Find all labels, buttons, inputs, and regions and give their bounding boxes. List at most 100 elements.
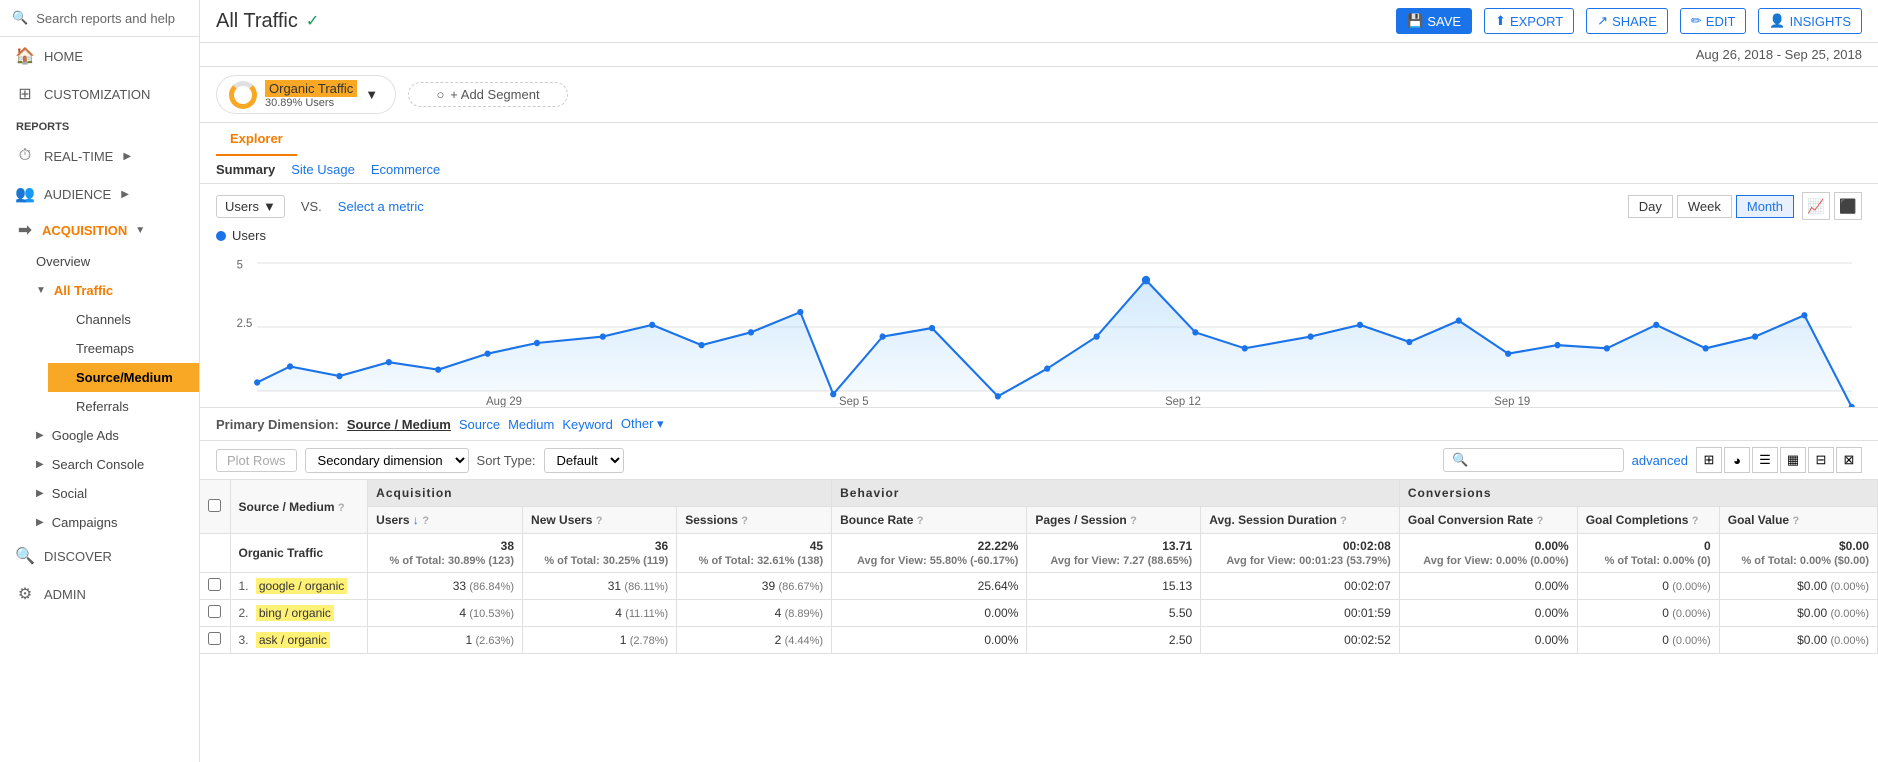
table-view-pie[interactable]: ◕ xyxy=(1724,447,1750,473)
admin-icon: ⚙ xyxy=(16,585,34,603)
legend-label: Users xyxy=(232,228,266,243)
tab-explorer[interactable]: Explorer xyxy=(216,123,297,156)
dim-keyword[interactable]: Keyword xyxy=(562,417,613,432)
table-view-grid[interactable]: ⊞ xyxy=(1696,447,1722,473)
goal-value-info-icon[interactable]: ? xyxy=(1792,515,1799,527)
time-btn-month[interactable]: Month xyxy=(1736,195,1794,218)
sidebar-item-acquisition[interactable]: ➡ ACQUISITION ▼ xyxy=(0,213,199,247)
th-goal-conv-rate[interactable]: Goal Conversion Rate ? xyxy=(1399,507,1577,534)
row3-checkbox[interactable] xyxy=(208,632,221,645)
time-btn-week[interactable]: Week xyxy=(1677,195,1732,218)
sidebar-item-campaigns[interactable]: ▶ Campaigns xyxy=(8,508,199,537)
subtab-ecommerce[interactable]: Ecommerce xyxy=(371,162,440,177)
organic-segment[interactable]: Organic Traffic 30.89% Users ▼ xyxy=(216,75,396,114)
dim-source-medium[interactable]: Source / Medium xyxy=(347,417,451,432)
sidebar-item-channels[interactable]: Channels xyxy=(48,305,199,334)
select-metric[interactable]: Select a metric xyxy=(338,199,424,214)
th-sessions[interactable]: Sessions ? xyxy=(677,507,832,534)
row1-checkbox[interactable] xyxy=(208,578,221,591)
searchconsole-chevron: ▶ xyxy=(36,459,44,470)
insights-button[interactable]: 👤 INSIGHTS xyxy=(1758,8,1862,34)
add-segment-button[interactable]: ○ + Add Segment xyxy=(408,82,568,107)
new-users-info-icon[interactable]: ? xyxy=(596,515,603,527)
table-view-bar[interactable]: ▦ xyxy=(1780,447,1806,473)
plot-rows-button[interactable]: Plot Rows xyxy=(216,449,297,472)
overview-label: Overview xyxy=(36,254,90,269)
export-button[interactable]: ⬆ EXPORT xyxy=(1484,8,1574,34)
share-icon: ↗ xyxy=(1597,13,1608,29)
th-checkbox[interactable] xyxy=(200,480,230,534)
line-chart-btn[interactable]: 📈 xyxy=(1802,192,1830,220)
subtab-summary[interactable]: Summary xyxy=(216,162,275,177)
goal-comp-info-icon[interactable]: ? xyxy=(1692,515,1699,527)
th-goal-value[interactable]: Goal Value ? xyxy=(1719,507,1877,534)
sidebar-item-treemaps[interactable]: Treemaps xyxy=(48,334,199,363)
acquisition-icon: ➡ xyxy=(16,221,34,239)
goal-conv-info-icon[interactable]: ? xyxy=(1537,515,1544,527)
sidebar-item-home[interactable]: 🏠 HOME xyxy=(0,37,199,75)
realtime-chevron: ▶ xyxy=(123,151,131,162)
subtab-siteusage[interactable]: Site Usage xyxy=(291,162,355,177)
row3-goal-comp: 0 (0.00%) xyxy=(1577,627,1719,654)
th-goal-completions[interactable]: Goal Completions ? xyxy=(1577,507,1719,534)
row3-checkbox-cell[interactable] xyxy=(200,627,230,654)
th-pages-session[interactable]: Pages / Session ? xyxy=(1027,507,1201,534)
th-source-medium[interactable]: Source / Medium ? xyxy=(230,480,368,534)
date-range[interactable]: Aug 26, 2018 - Sep 25, 2018 xyxy=(200,43,1878,67)
table-view-table[interactable]: ☰ xyxy=(1752,447,1778,473)
sidebar-item-searchconsole[interactable]: ▶ Search Console xyxy=(8,450,199,479)
row1-checkbox-cell[interactable] xyxy=(200,573,230,600)
sessions-info-icon[interactable]: ? xyxy=(741,515,748,527)
sidebar-item-referrals[interactable]: Referrals xyxy=(48,392,199,421)
sidebar-item-customization[interactable]: ⊞ CUSTOMIZATION xyxy=(0,75,199,113)
th-new-users[interactable]: New Users ? xyxy=(523,507,677,534)
sidebar-item-discover[interactable]: 🔍 DISCOVER xyxy=(0,537,199,575)
bar-chart-btn[interactable]: ⬛ xyxy=(1834,192,1862,220)
row3-goal-conv: 0.00% xyxy=(1399,627,1577,654)
sidebar-item-audience[interactable]: 👥 AUDIENCE ▶ xyxy=(0,175,199,213)
secondary-dimension-dropdown[interactable]: Secondary dimension xyxy=(305,448,469,473)
row2-checkbox-cell[interactable] xyxy=(200,600,230,627)
row3-sessions: 2 (4.44%) xyxy=(677,627,832,654)
th-users[interactable]: Users ↓ ? xyxy=(368,507,523,534)
th-bounce-rate[interactable]: Bounce Rate ? xyxy=(832,507,1027,534)
sidebar-item-alltraffic[interactable]: ▼ All Traffic xyxy=(8,276,199,305)
duration-info-icon[interactable]: ? xyxy=(1340,515,1347,527)
row3-source: 3. ask / organic xyxy=(230,627,368,654)
advanced-link[interactable]: advanced xyxy=(1632,453,1688,468)
row1-pages: 15.13 xyxy=(1027,573,1201,600)
time-btn-day[interactable]: Day xyxy=(1628,195,1673,218)
sidebar-item-googleads[interactable]: ▶ Google Ads xyxy=(8,421,199,450)
table-search-box[interactable]: 🔍 xyxy=(1443,448,1623,472)
sidebar-item-social[interactable]: ▶ Social xyxy=(8,479,199,508)
search-bar[interactable]: 🔍 Search reports and help xyxy=(0,0,199,37)
select-all-checkbox[interactable] xyxy=(208,499,221,512)
metric-dropdown[interactable]: Users ▼ xyxy=(216,195,285,218)
share-button[interactable]: ↗ SHARE xyxy=(1586,8,1668,34)
page-title-text: All Traffic xyxy=(216,10,298,33)
source-medium-info-icon[interactable]: ? xyxy=(338,502,345,514)
segment-donut xyxy=(229,81,257,109)
pages-info-icon[interactable]: ? xyxy=(1130,515,1137,527)
table-search-input[interactable] xyxy=(1475,453,1615,468)
table-view-custom[interactable]: ⊠ xyxy=(1836,447,1862,473)
users-info-icon[interactable]: ? xyxy=(422,515,429,527)
edit-button[interactable]: ✏ EDIT xyxy=(1680,8,1747,34)
sidebar-item-realtime[interactable]: ⏱ REAL-TIME ▶ xyxy=(0,137,199,175)
dim-other-dropdown[interactable]: Other ▾ xyxy=(621,416,664,432)
sidebar-item-admin[interactable]: ⚙ ADMIN xyxy=(0,575,199,613)
sort-type-dropdown[interactable]: Default xyxy=(544,448,624,473)
audience-icon: 👥 xyxy=(16,185,34,203)
audience-chevron: ▶ xyxy=(121,189,129,200)
admin-label: ADMIN xyxy=(44,587,86,602)
table-view-pivot[interactable]: ⊟ xyxy=(1808,447,1834,473)
th-avg-duration[interactable]: Avg. Session Duration ? xyxy=(1201,507,1400,534)
segment-dropdown-icon: ▼ xyxy=(365,87,378,102)
row2-checkbox[interactable] xyxy=(208,605,221,618)
save-button[interactable]: 💾 SAVE xyxy=(1396,8,1472,34)
dim-source[interactable]: Source xyxy=(459,417,500,432)
sidebar-item-sourcemedium[interactable]: Source/Medium xyxy=(48,363,199,392)
bounce-info-icon[interactable]: ? xyxy=(917,515,924,527)
dim-medium[interactable]: Medium xyxy=(508,417,554,432)
sidebar-item-overview[interactable]: Overview xyxy=(8,247,199,276)
